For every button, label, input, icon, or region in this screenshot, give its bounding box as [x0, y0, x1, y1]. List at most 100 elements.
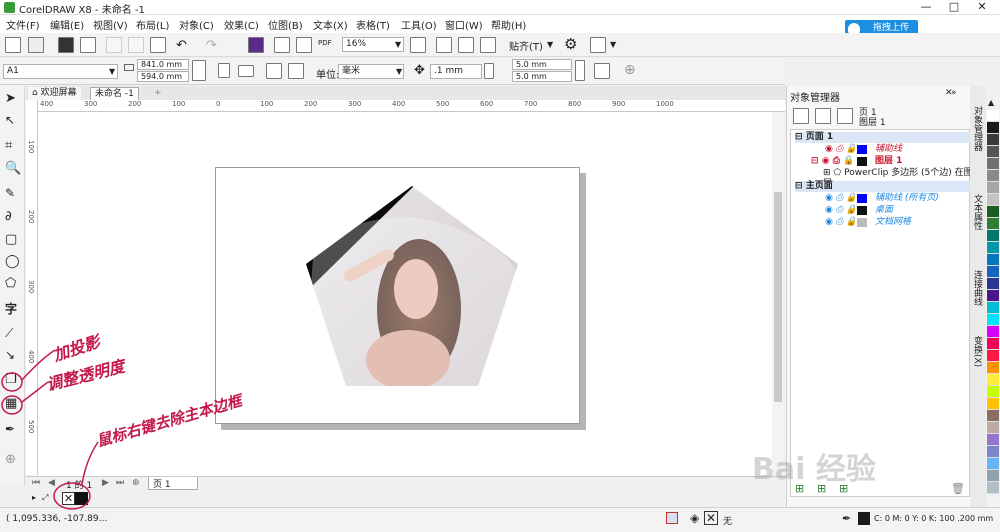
landscape-icon[interactable] — [238, 65, 254, 77]
palette-swatch[interactable] — [987, 278, 999, 290]
palette-swatch[interactable] — [987, 326, 999, 338]
search-content-icon[interactable] — [248, 37, 264, 53]
tab-connector[interactable]: 连接曲线 — [972, 270, 984, 306]
powerclip-object[interactable]: ⊞ ⬠ PowerClip 多边形 (5个边) 在图层... — [795, 168, 973, 189]
shape-tool-icon[interactable]: ↖ — [5, 113, 20, 128]
new-document-icon[interactable] — [5, 37, 21, 53]
vertical-scrollbar[interactable] — [772, 112, 784, 476]
palette-swatch[interactable] — [987, 374, 999, 386]
rectangle-tool-icon[interactable]: ▢ — [5, 232, 20, 247]
palette-swatch[interactable] — [987, 410, 999, 422]
panel-pin-icon[interactable]: » — [951, 88, 957, 98]
copy-icon[interactable] — [128, 37, 144, 53]
publish-pdf-icon[interactable]: PDF — [318, 39, 332, 47]
save-icon[interactable] — [58, 37, 74, 53]
collapse-icon[interactable]: ⊟ — [811, 156, 822, 166]
artistic-media-icon[interactable]: ∂ — [5, 209, 20, 224]
freehand-tool-icon[interactable]: ✎ — [5, 186, 20, 201]
crop-tool-icon[interactable]: ⌗ — [5, 138, 20, 153]
eye-icon[interactable]: ◉ — [825, 144, 836, 154]
palette-swatch[interactable] — [987, 218, 999, 230]
paper-dropdown-icon[interactable]: ▼ — [109, 67, 115, 76]
palette-swatch[interactable] — [987, 182, 999, 194]
palette-swatch[interactable] — [987, 302, 999, 314]
units-select[interactable]: 毫米 — [338, 64, 404, 79]
add-icon[interactable]: ⊕ — [624, 62, 636, 78]
palette-swatch[interactable] — [987, 122, 999, 134]
layer-document-grid[interactable]: ◉ ⎙ 🔒 文档网格 — [795, 217, 973, 228]
print-icon[interactable] — [80, 37, 96, 53]
palette-swatch[interactable] — [987, 206, 999, 218]
expand-icon[interactable]: ⊞ — [823, 168, 833, 178]
layer-manager-view-icon[interactable] — [837, 108, 853, 124]
palette-swatch[interactable] — [987, 338, 999, 350]
fill-none-swatch[interactable]: ✕ — [704, 511, 718, 525]
collapse-icon[interactable]: ⊟ — [795, 181, 806, 191]
zoom-dropdown-icon[interactable]: ▼ — [395, 40, 401, 49]
page-frame-icon[interactable] — [594, 63, 610, 79]
minimize-icon[interactable]: — — [912, 0, 940, 14]
eye-icon[interactable]: ◉ — [825, 217, 836, 227]
print-toggle-icon[interactable]: ⎙ — [836, 193, 846, 203]
import-icon[interactable] — [274, 37, 290, 53]
palette-swatch[interactable] — [987, 446, 999, 458]
menu-table[interactable]: 表格(T) — [356, 17, 390, 32]
palette-swatch[interactable] — [987, 458, 999, 470]
eye-icon[interactable]: ◉ — [822, 156, 833, 166]
menu-file[interactable]: 文件(F) — [6, 17, 40, 32]
lock-icon[interactable]: 🔒 — [846, 205, 857, 215]
lock-icon[interactable]: 🔒 — [846, 193, 857, 203]
snap-dropdown-icon[interactable]: ▼ — [547, 40, 553, 49]
tab-transform[interactable]: 变换(X) — [972, 336, 984, 367]
print-toggle-icon[interactable]: ⎙ — [833, 156, 843, 166]
print-toggle-icon[interactable]: ⎙ — [836, 217, 846, 227]
units-dropdown-icon[interactable]: ▼ — [396, 67, 402, 76]
menu-window[interactable]: 窗口(W) — [445, 17, 483, 32]
palette-swatch[interactable] — [987, 134, 999, 146]
palette-swatch[interactable] — [987, 110, 999, 122]
palette-swatch[interactable] — [987, 386, 999, 398]
duplicate-x-field[interactable]: 5.0 mm — [512, 59, 572, 70]
redo-icon[interactable]: ↷ — [206, 38, 217, 53]
palette-swatch[interactable] — [987, 290, 999, 302]
layer-1[interactable]: ⊟ ◉ ⎙ 🔒 图层 1 — [795, 156, 973, 167]
tab-document[interactable]: 未命名 -1 — [90, 87, 139, 100]
text-tool-icon[interactable]: 字 — [5, 300, 20, 316]
horizontal-ruler[interactable]: 400 300 200 100 0 100 200 300 400 500 600 700 800 900… — [37, 100, 785, 112]
tab-welcome-screen[interactable]: ⌂ 欢迎屏幕 — [28, 87, 81, 100]
show-grid-icon[interactable] — [458, 37, 474, 53]
lock-icon[interactable]: 🔒 — [846, 144, 857, 154]
palette-swatch[interactable] — [987, 242, 999, 254]
delete-icon[interactable]: 🗑 — [951, 482, 965, 495]
new-tab-icon[interactable]: + — [150, 87, 166, 100]
menu-view[interactable]: 视图(V) — [93, 17, 128, 32]
export-icon[interactable] — [296, 37, 312, 53]
paper-size-select[interactable]: A1 — [3, 64, 118, 79]
layer-guides[interactable]: ◉ ⎙ 🔒 辅助线 — [795, 144, 973, 155]
powerclip-pentagon-photo[interactable] — [304, 184, 520, 387]
palette-swatch[interactable] — [987, 170, 999, 182]
add-page-icon[interactable]: ⊕ — [132, 478, 140, 488]
tab-text-properties[interactable]: 文本属性 — [972, 194, 984, 230]
eye-icon[interactable]: ◉ — [825, 193, 836, 203]
palette-swatch[interactable] — [987, 470, 999, 482]
tab-object-manager[interactable]: 对象管理器 — [972, 106, 984, 151]
menu-object[interactable]: 对象(C) — [179, 17, 214, 32]
open-folder-icon[interactable] — [28, 37, 44, 53]
document-color-icon[interactable] — [666, 512, 678, 524]
close-icon[interactable]: ✕ — [968, 0, 996, 14]
lock-icon[interactable]: 🔒 — [846, 217, 857, 227]
palette-swatch[interactable] — [987, 194, 999, 206]
page-width-field[interactable]: 841.0 mm — [137, 59, 189, 70]
page-tab-1[interactable]: 页 1 — [148, 477, 198, 490]
layer-guides-all[interactable]: ◉ ⎙ 🔒 辅助线 (所有页) — [795, 193, 973, 204]
all-pages-icon[interactable] — [266, 63, 282, 79]
tree-page-1[interactable]: ⊟ 页面 1 — [795, 132, 973, 143]
palette-swatch[interactable] — [987, 254, 999, 266]
tree-master-page[interactable]: ⊟ 主页面 — [795, 181, 973, 192]
zoom-tool-icon[interactable]: 🔍 — [5, 161, 21, 176]
cut-icon[interactable] — [106, 37, 122, 53]
menu-layout[interactable]: 布局(L) — [136, 17, 169, 32]
full-screen-icon[interactable] — [410, 37, 426, 53]
show-object-properties-icon[interactable] — [793, 108, 809, 124]
